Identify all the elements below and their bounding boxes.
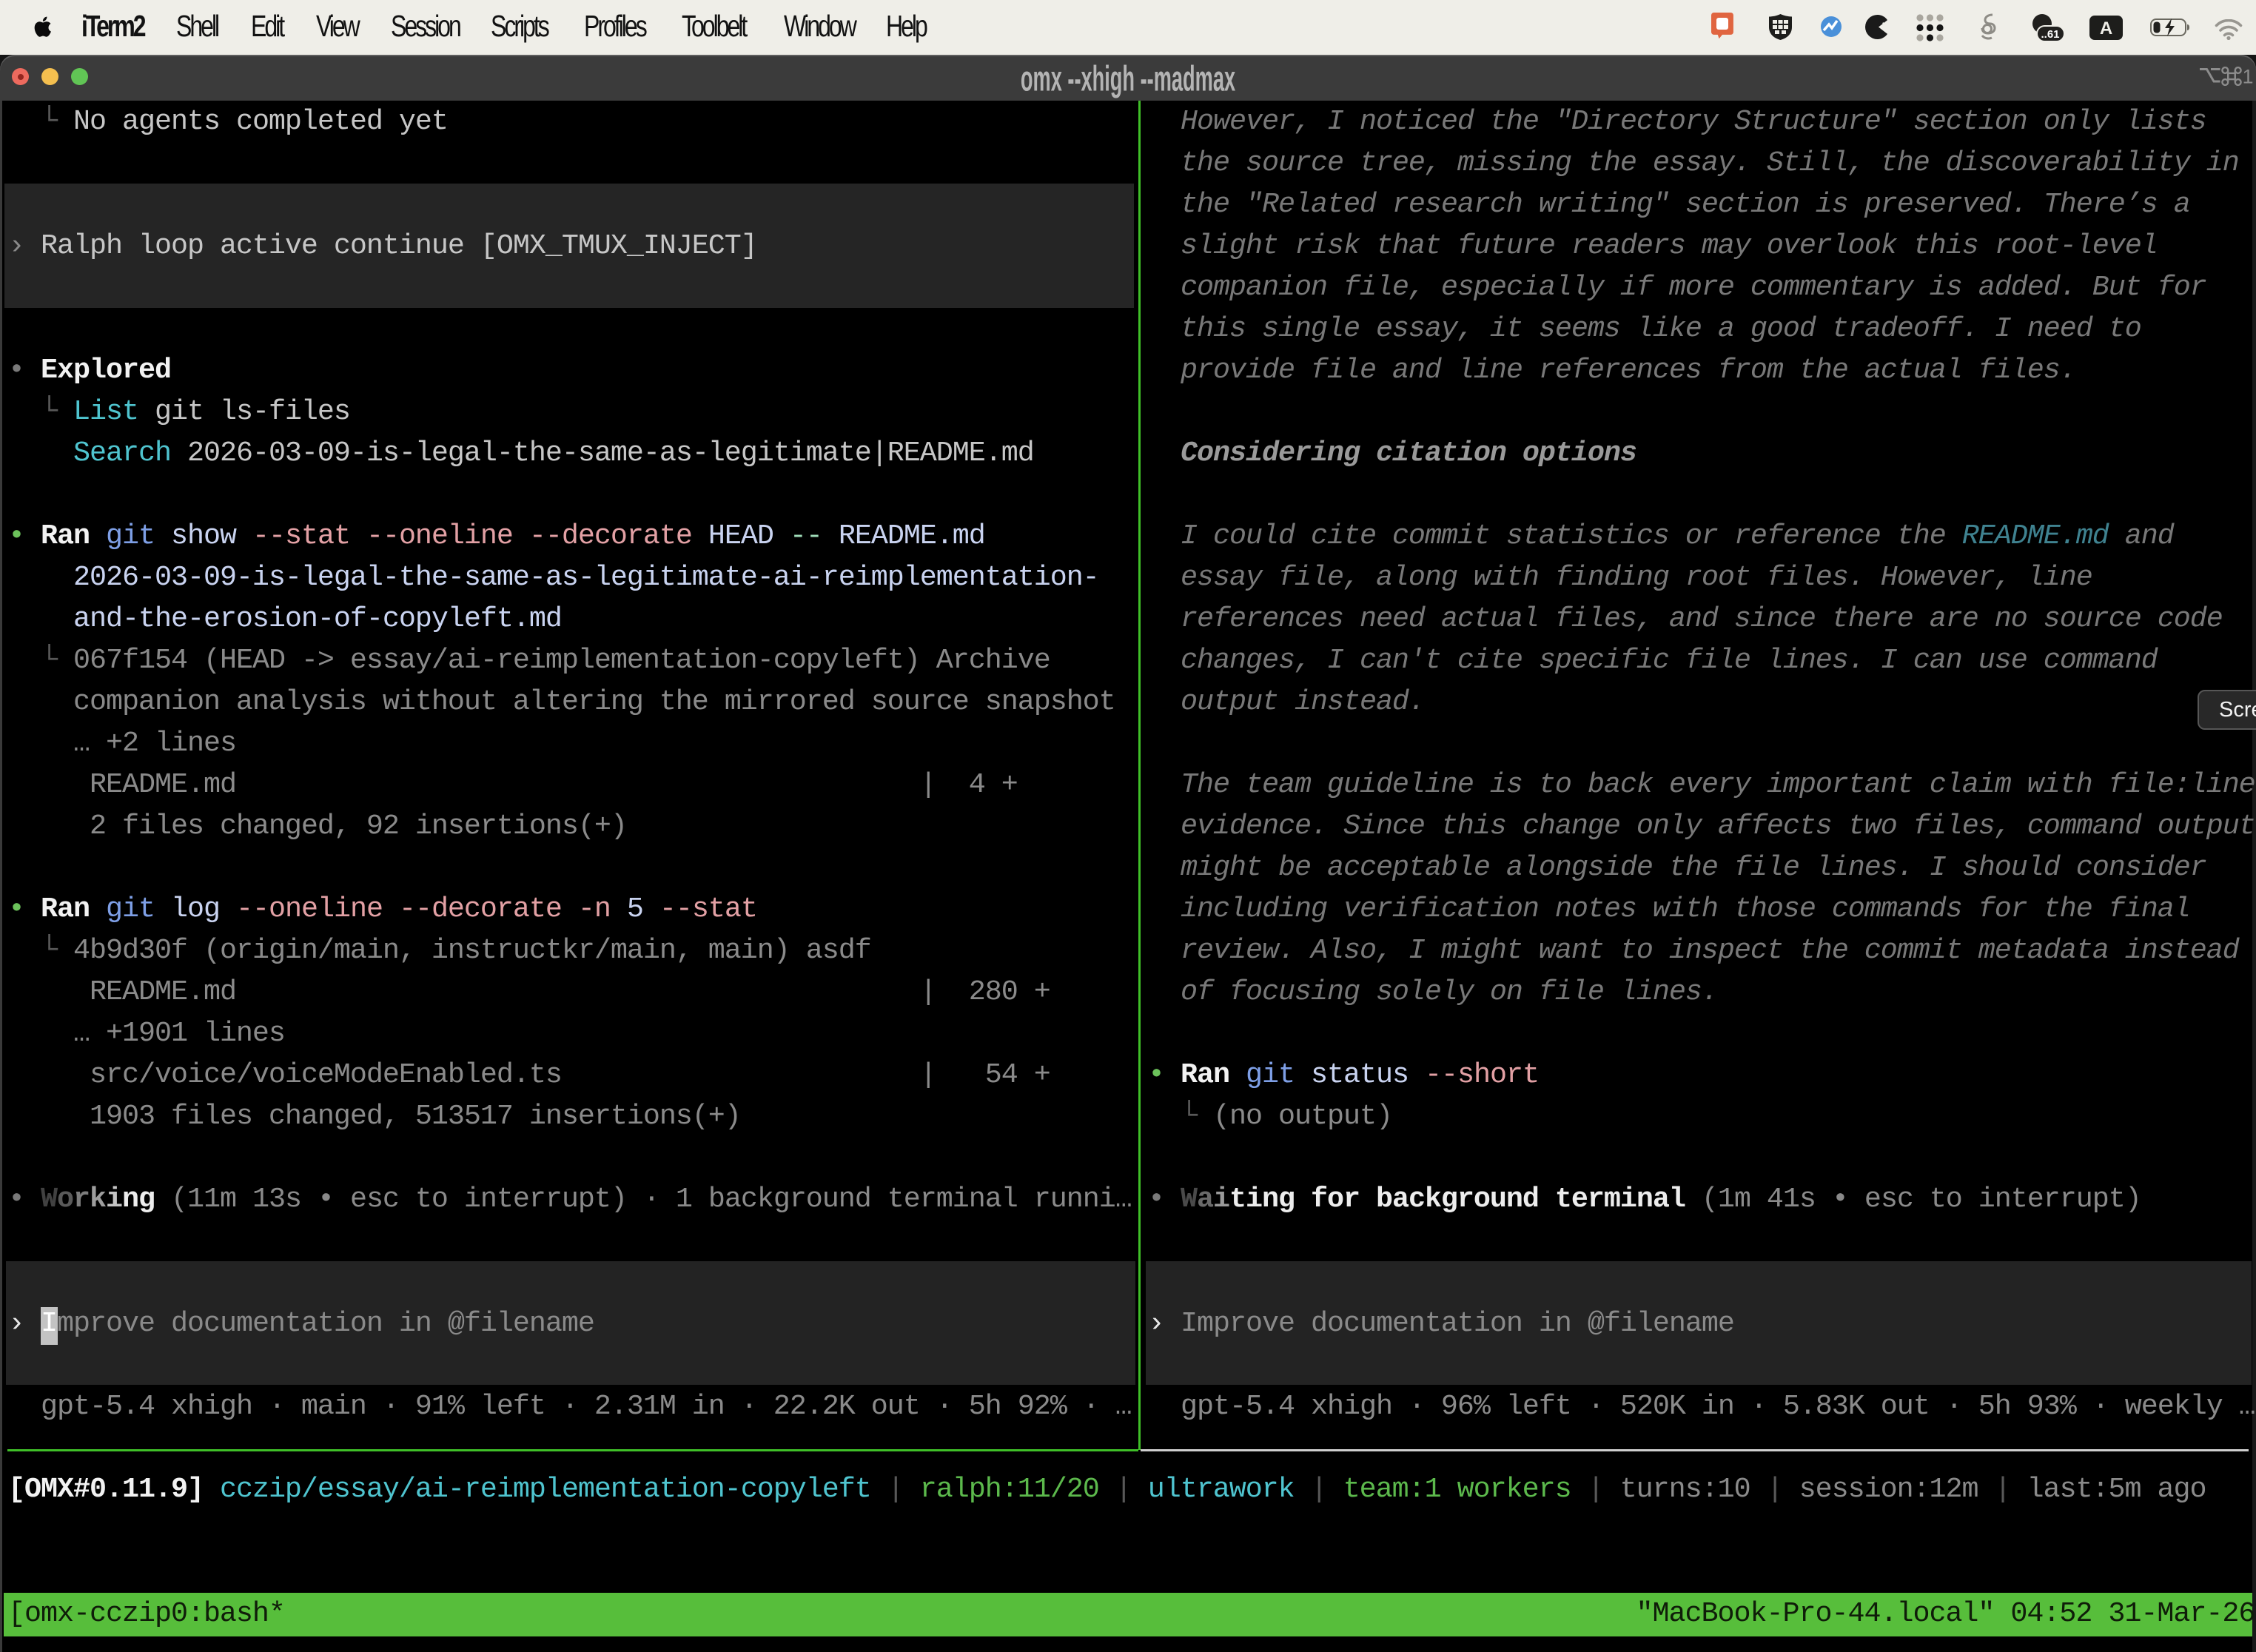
svg-text:..61: ..61 — [2041, 28, 2059, 41]
svg-text:1: 1 — [2243, 67, 2254, 86]
svg-text:A: A — [2100, 19, 2112, 38]
